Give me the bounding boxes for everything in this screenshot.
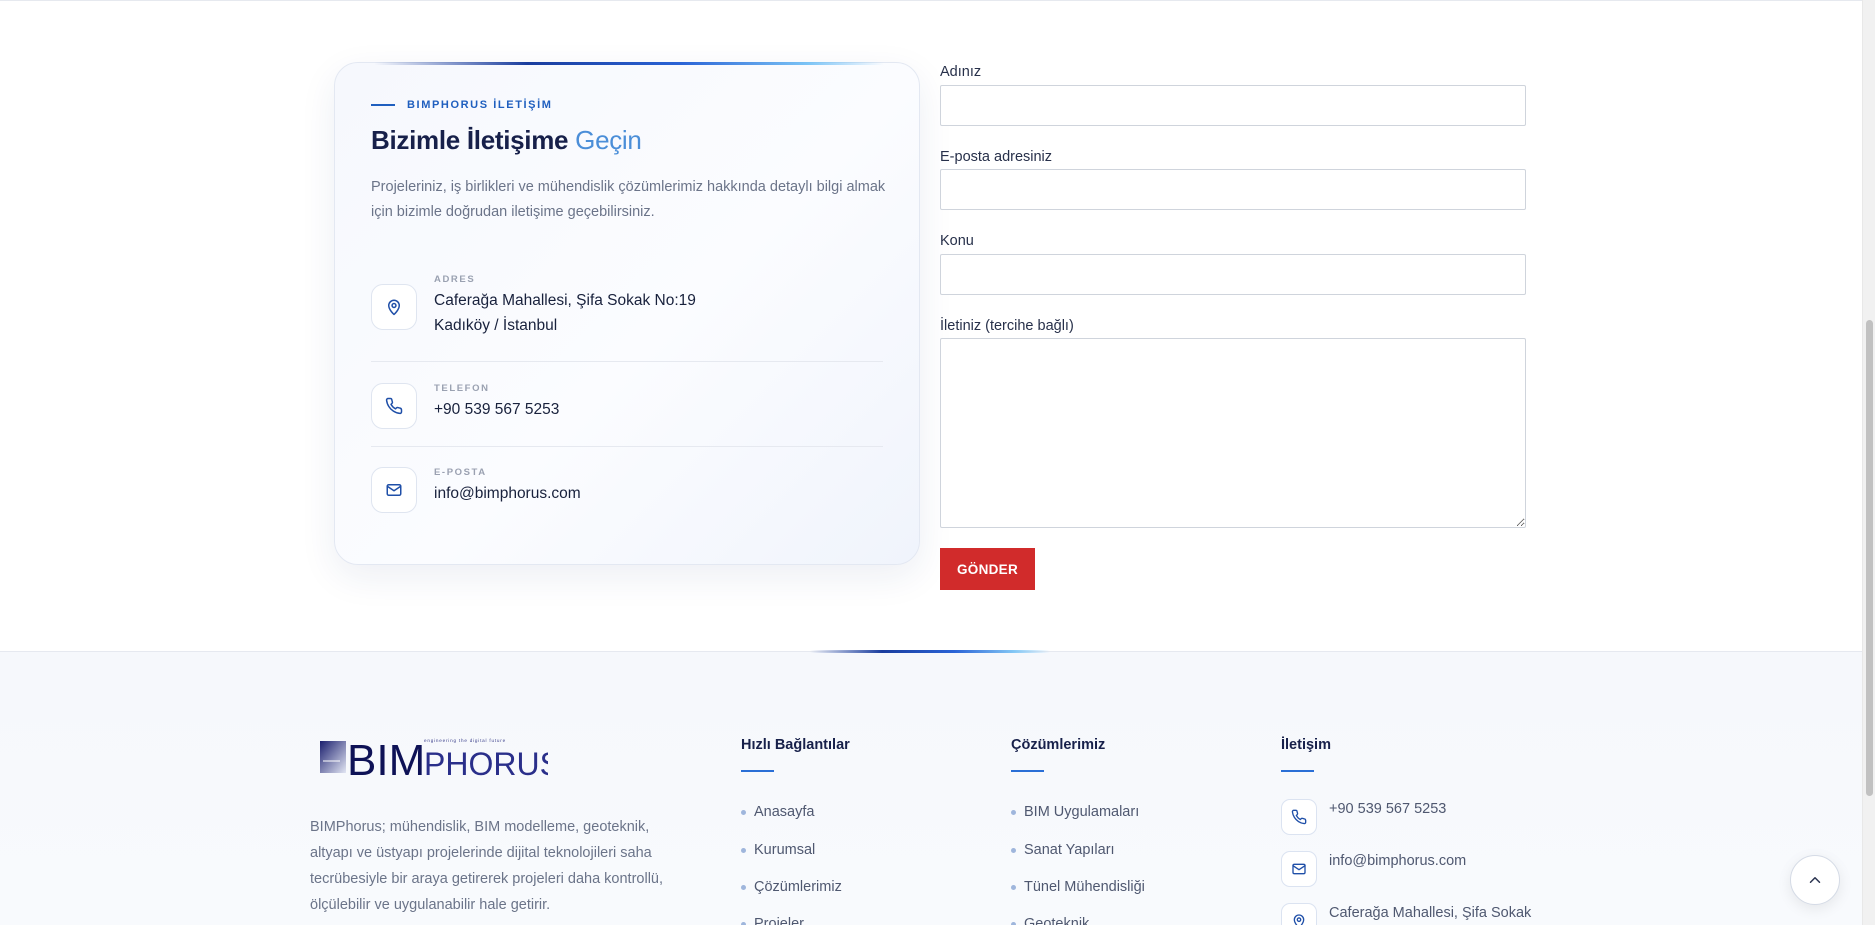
contact-eyebrow: BIMPHORUS İLETİŞİM bbox=[371, 99, 553, 111]
map-pin-icon bbox=[371, 284, 417, 330]
name-label: Adınız bbox=[940, 64, 982, 80]
quick-links-underline bbox=[741, 770, 774, 772]
footer-about-text: BIMPhorus; mühendislik, BIM modelleme, g… bbox=[310, 819, 664, 913]
footer-accent-line bbox=[810, 650, 1050, 653]
bullet-dot bbox=[741, 921, 746, 925]
svg-text:engineering the digital future: engineering the digital future bbox=[424, 738, 506, 743]
footer-address-value: Caferağa Mahallesi, Şifa Sokak bbox=[1329, 905, 1532, 921]
svg-text:PHORUS: PHORUS bbox=[424, 746, 548, 782]
footer-contact-title: İletişim bbox=[1281, 737, 1331, 753]
bullet-dot bbox=[741, 847, 746, 853]
message-label: İletiniz (tercihe bağlı) bbox=[940, 318, 1074, 334]
title-main: Bizimle İletişime bbox=[371, 125, 569, 155]
subject-label: Konu bbox=[940, 233, 974, 249]
map-pin-icon bbox=[1281, 903, 1317, 925]
svg-text:BIM: BIM bbox=[347, 736, 425, 783]
solutions-title: Çözümlerimiz bbox=[1011, 737, 1106, 753]
footer-link-label: Anasayfa bbox=[754, 804, 815, 820]
title-highlight: Geçin bbox=[575, 125, 642, 155]
email-value[interactable]: info@bimphorus.com bbox=[434, 481, 581, 506]
message-textarea[interactable] bbox=[940, 338, 1526, 528]
footer-link-label: Sanat Yapıları bbox=[1024, 842, 1115, 858]
email-label: E-POSTA bbox=[434, 467, 487, 478]
address-text: ADRES Caferağa Mahallesi, Şifa Sokak No:… bbox=[434, 274, 696, 338]
page-scrollbar[interactable] bbox=[1862, 0, 1875, 925]
footer-link-tunel-muhendisligi[interactable]: Tünel Mühendisliği bbox=[1011, 879, 1145, 895]
scroll-to-top-button[interactable] bbox=[1790, 855, 1840, 905]
footer-link-anasayfa[interactable]: Anasayfa bbox=[741, 804, 814, 820]
footer-contact-email[interactable]: info@bimphorus.com bbox=[1281, 851, 1466, 887]
footer bbox=[0, 651, 1862, 925]
footer-link-geoteknik[interactable]: Geoteknik bbox=[1011, 916, 1089, 925]
footer-link-kurumsal[interactable]: Kurumsal bbox=[741, 842, 815, 858]
name-input[interactable] bbox=[940, 85, 1526, 126]
footer-link-label: Tünel Mühendisliği bbox=[1024, 879, 1145, 895]
footer-link-label: Çözümlerimiz bbox=[754, 879, 842, 895]
card-accent-line bbox=[374, 62, 884, 65]
phone-icon bbox=[1281, 799, 1317, 835]
subject-input[interactable] bbox=[940, 254, 1526, 295]
phone-icon bbox=[371, 383, 417, 429]
address-label: ADRES bbox=[434, 274, 476, 285]
mail-icon bbox=[371, 467, 417, 513]
bimphorus-logo[interactable]: BIM PHORUS engineering the digital futur… bbox=[318, 735, 548, 783]
submit-button[interactable]: GÖNDER bbox=[940, 548, 1035, 590]
email-field-label: E-posta adresiniz bbox=[940, 149, 1053, 165]
phone-label: TELEFON bbox=[434, 383, 490, 394]
footer-link-projeler[interactable]: Projeler bbox=[741, 916, 804, 925]
eyebrow-dash bbox=[371, 104, 395, 106]
footer-link-cozumlerimiz[interactable]: Çözümlerimiz bbox=[741, 879, 842, 895]
quick-links-title: Hızlı Bağlantılar bbox=[741, 737, 850, 753]
footer-link-label: Geoteknik bbox=[1024, 916, 1090, 925]
bullet-dot bbox=[1011, 809, 1016, 815]
info-divider bbox=[371, 361, 883, 362]
phone-text: TELEFON +90 539 567 5253 bbox=[434, 383, 559, 422]
footer-phone-value: +90 539 567 5253 bbox=[1329, 801, 1447, 817]
bullet-dot bbox=[741, 884, 746, 890]
chevron-up-icon bbox=[1809, 877, 1821, 883]
bullet-dot bbox=[1011, 884, 1016, 890]
address-line1: Caferağa Mahallesi, Şifa Sokak No:19 bbox=[434, 292, 696, 309]
footer-contact-phone[interactable]: +90 539 567 5253 bbox=[1281, 799, 1446, 835]
top-border bbox=[0, 0, 1862, 1]
address-line2: Kadıköy / İstanbul bbox=[434, 317, 558, 334]
mail-icon bbox=[1281, 851, 1317, 887]
eyebrow-text: BIMPHORUS İLETİŞİM bbox=[407, 99, 553, 111]
solutions-underline bbox=[1011, 770, 1044, 772]
info-divider bbox=[371, 446, 883, 447]
footer-link-sanat-yapilari[interactable]: Sanat Yapıları bbox=[1011, 842, 1115, 858]
info-row-address: ADRES Caferağa Mahallesi, Şifa Sokak No:… bbox=[371, 274, 883, 338]
footer-link-label: BIM Uygulamaları bbox=[1024, 804, 1140, 820]
bullet-dot bbox=[741, 809, 746, 815]
footer-link-label: Projeler bbox=[754, 916, 804, 925]
contact-card-title: Bizimle İletişime Geçin bbox=[371, 125, 642, 156]
info-row-phone: TELEFON +90 539 567 5253 bbox=[371, 383, 883, 429]
footer-contact-underline bbox=[1281, 770, 1314, 772]
contact-card-description: Projeleriniz, iş birlikleri ve mühendisl… bbox=[371, 179, 886, 220]
bullet-dot bbox=[1011, 921, 1016, 925]
email-text: E-POSTA info@bimphorus.com bbox=[434, 467, 581, 506]
bullet-dot bbox=[1011, 847, 1016, 853]
footer-contact-address[interactable]: Caferağa Mahallesi, Şifa Sokak bbox=[1281, 903, 1531, 925]
footer-link-label: Kurumsal bbox=[754, 842, 816, 858]
phone-value[interactable]: +90 539 567 5253 bbox=[434, 397, 559, 422]
footer-email-value: info@bimphorus.com bbox=[1329, 853, 1467, 869]
footer-link-bim-uygulamalari[interactable]: BIM Uygulamaları bbox=[1011, 804, 1139, 820]
scrollbar-thumb[interactable] bbox=[1866, 320, 1873, 796]
email-input[interactable] bbox=[940, 169, 1526, 210]
info-row-email: E-POSTA info@bimphorus.com bbox=[371, 467, 883, 513]
